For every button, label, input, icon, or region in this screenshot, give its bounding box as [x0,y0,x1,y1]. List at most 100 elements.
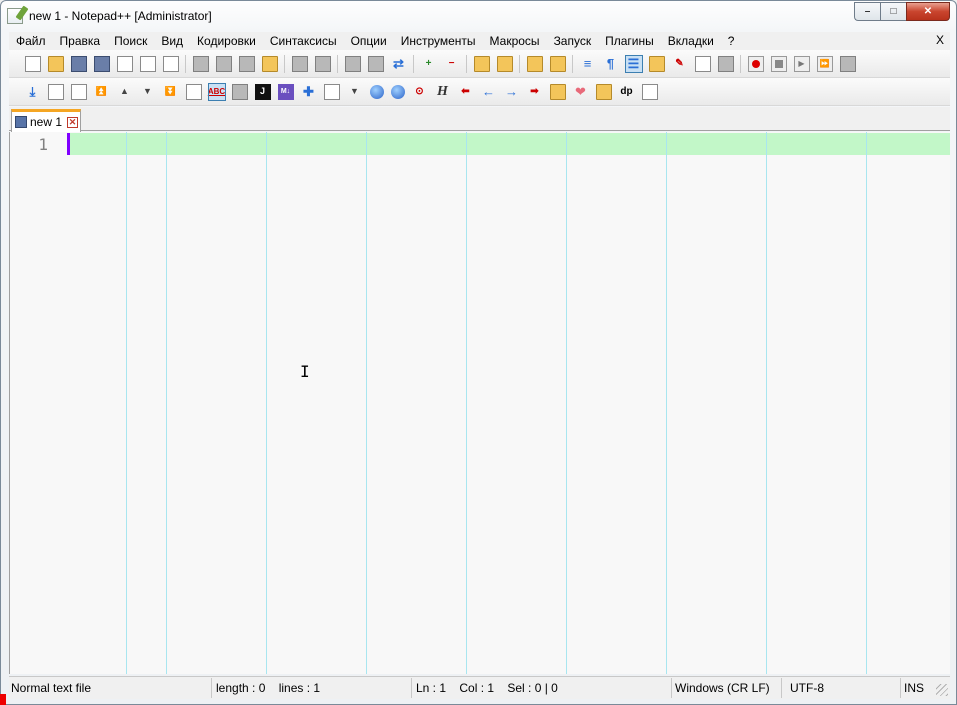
json-viewer-icon[interactable]: J [254,83,271,100]
menu-file[interactable]: Файл [9,34,53,48]
prev-diff-icon[interactable]: ▲ [117,84,133,100]
save-macro-icon[interactable] [839,55,856,72]
edge-guide-line [566,132,567,674]
edge-guide-line [366,132,367,674]
close-button[interactable]: ✕ [906,2,950,21]
next-diff-icon[interactable]: ▼ [140,84,156,100]
hex-editor-icon[interactable] [231,83,248,100]
copy-icon[interactable] [238,55,255,72]
menu-encoding[interactable]: Кодировки [190,34,263,48]
status-file-type: Normal text file [9,678,212,698]
folder-as-workspace-icon[interactable] [717,55,734,72]
sync-horizontal-icon[interactable] [496,55,513,72]
close-document-x[interactable]: X [936,33,944,47]
globe-nav-icon[interactable] [390,84,405,99]
close-file-icon[interactable] [116,55,133,72]
playback-macro-icon[interactable]: ▶ [793,55,810,72]
print-icon[interactable] [162,55,179,72]
toolbar-separator [413,54,414,73]
zoom-out-icon[interactable]: − [444,56,460,72]
arrow-right-red-icon[interactable]: ➡ [527,84,543,100]
toolbar-separator [185,54,186,73]
menu-tools[interactable]: Инструменты [394,34,483,48]
undo-icon[interactable] [291,55,308,72]
markdown-viewer-icon[interactable]: M↓ [277,83,294,100]
download-icon[interactable]: ⤓ [25,84,41,100]
dropdown-arrow-icon[interactable]: ▼ [347,84,363,100]
user-language-icon[interactable] [648,55,665,72]
record-macro-icon[interactable] [747,55,764,72]
bookmark-icon[interactable] [549,83,566,100]
notepadpp-window: new 1 - Notepad++ [Administrator] – □ ✕ … [0,0,957,705]
arrow-left-red-icon[interactable]: ⬅ [458,84,474,100]
last-diff-icon[interactable]: ⏬ [163,84,179,100]
menu-language[interactable]: Синтаксисы [263,34,344,48]
run-macro-multiple-icon[interactable]: ⏩ [816,55,833,72]
menu-view[interactable]: Вид [154,34,190,48]
status-eol-format[interactable]: Windows (CR LF) [672,678,782,698]
minimize-button[interactable]: – [854,2,880,21]
tab-new-1[interactable]: new 1 ✕ [11,109,81,132]
maximize-button[interactable]: □ [880,2,906,21]
cut-icon[interactable] [192,55,209,72]
edge-guide-line [166,132,167,674]
close-all-icon[interactable] [139,55,156,72]
menu-plugins[interactable]: Плагины [598,34,661,48]
editor-area[interactable]: 1 I [9,132,950,674]
new-file-icon[interactable] [24,55,41,72]
save-icon[interactable] [70,55,87,72]
menu-edit[interactable]: Правка [53,34,108,48]
menu-search[interactable]: Поиск [107,34,154,48]
search-web-icon[interactable]: ⊙ [412,84,428,100]
menu-bar: Файл Правка Поиск Вид Кодировки Синтакси… [9,32,950,50]
menu-run[interactable]: Запуск [547,34,599,48]
corner-marker [0,694,6,705]
globe-icon[interactable] [369,84,384,99]
compare-icon[interactable] [47,83,64,100]
tab-close-icon[interactable]: ✕ [67,116,79,128]
notepadpp-app-icon[interactable] [7,7,23,24]
indent-guide-icon[interactable]: ≡ [580,56,596,72]
sync-vertical-icon[interactable] [473,55,490,72]
find-icon[interactable] [344,55,361,72]
zoom-in-icon[interactable]: + [421,56,437,72]
menu-macro[interactable]: Макросы [483,34,547,48]
show-all-chars-icon[interactable] [549,55,566,72]
function-list-icon[interactable] [694,55,711,72]
paste-icon[interactable] [261,55,278,72]
doc-map-icon[interactable]: ✎ [672,56,688,72]
status-bar: Normal text file length : 0 lines : 1 Ln… [9,676,950,699]
arrow-right-icon[interactable]: → [504,84,520,100]
arrow-left-icon[interactable]: ← [481,84,497,100]
menu-window[interactable]: Вкладки [661,34,721,48]
indent-guides-toggle-icon[interactable]: ☰ [624,54,643,73]
edge-guide-line [766,132,767,674]
plugin-puzzle-icon[interactable]: ✚ [301,84,317,100]
binoculars-icon[interactable] [367,55,384,72]
heart-icon[interactable]: ❤ [573,84,589,100]
title-bar[interactable]: new 1 - Notepad++ [Administrator] – □ ✕ [1,1,956,30]
menu-settings[interactable]: Опции [344,34,394,48]
status-cursor-position[interactable]: Ln : 1 Col : 1 Sel : 0 | 0 [412,678,672,698]
heading-icon[interactable]: H [435,84,451,100]
preview-icon[interactable] [323,83,340,100]
compare-options-icon[interactable] [70,83,87,100]
redo-icon[interactable] [314,55,331,72]
first-diff-icon[interactable]: ⏫ [94,84,110,100]
cut-scissors-icon[interactable] [215,55,232,72]
diff-panel-icon[interactable] [185,83,202,100]
open-file-icon[interactable] [47,55,64,72]
menu-help[interactable]: ? [721,34,742,48]
clipboard-icon[interactable] [595,83,612,100]
replace-icon[interactable]: ⇄ [391,56,407,72]
pilcrow-icon[interactable]: ¶ [603,56,619,72]
status-encoding[interactable]: UTF-8 [782,678,901,698]
copy-pages-icon[interactable] [641,83,658,100]
line-number-gutter[interactable]: 1 [10,132,66,674]
resize-grip[interactable] [936,684,948,696]
stop-record-icon[interactable] [770,55,787,72]
save-all-icon[interactable] [93,55,110,72]
word-wrap-icon[interactable] [526,55,543,72]
spell-check-icon[interactable]: ABC [207,82,226,101]
dp-icon[interactable]: dp [619,84,635,100]
